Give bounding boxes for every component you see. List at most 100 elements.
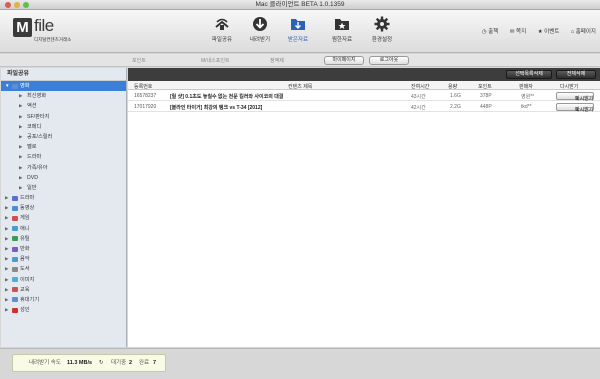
sidebar-item[interactable]: ▶ 도서 [1,264,126,274]
toolbar-settings-button[interactable]: 환경설정 [362,14,402,50]
collapsed-triangle-icon[interactable]: ▶ [5,264,8,274]
redownload-button[interactable]: ⬇ 다시받기 [556,102,594,113]
sidebar-item[interactable]: ▶ 드라마 [1,152,126,162]
sidebar-item-label: 액션 [27,103,37,110]
collapsed-triangle-icon[interactable]: ▶ [19,183,22,193]
sidebar-item-label: 코메디 [27,123,42,130]
collapsed-triangle-icon[interactable]: ▶ [5,275,8,285]
toolbar-settings-label: 환경설정 [371,37,393,43]
collapsed-triangle-icon[interactable]: ▶ [5,193,8,203]
category-icon [12,226,18,232]
zoom-window-button[interactable] [23,2,29,8]
collapsed-triangle-icon[interactable]: ▶ [19,101,22,111]
sidebar-item[interactable]: ▶ 멜로 [1,142,126,152]
sidebar-item[interactable]: ▶ 성인 [1,305,126,315]
table-body: 16578237 [릴 샷] 0.1초도 놓칠수 없는 천문 킬러와 사이코의 대… [128,90,600,113]
window-title: Mac 클라이언트 BETA 1.0.1359 [255,1,345,8]
attendance-link[interactable]: ◷ 출첵 [482,29,498,35]
sidebar-item[interactable]: ▶ 일반 [1,183,126,193]
content-title[interactable]: [블라인 타이거] 최강의 탱크 vs T-34 [2012] [170,104,262,111]
sidebar-item-label: 도서 [20,266,30,273]
speed-value: 11.3 MB/s [67,360,93,366]
status-bar: 내려받기 속도 11.3 MB/s ↻ 대기중 2 완료 7 [0,348,600,379]
collapsed-triangle-icon[interactable]: ▶ [5,203,8,213]
sidebar-item[interactable]: ▶ DVD [1,173,126,183]
category-icon [12,266,18,272]
table-row[interactable]: 17017920 [블라인 타이거] 최강의 탱크 vs T-34 [2012] 4… [128,101,600,113]
collapsed-triangle-icon[interactable]: ▶ [19,152,22,162]
toolbar-received-button[interactable]: 받은자료 [278,14,318,50]
column-header[interactable]: 다시받기 [560,83,578,90]
sidebar-item-label: SF/판타지 [27,113,50,120]
collapsed-triangle-icon[interactable]: ▶ [5,213,8,223]
minimize-window-button[interactable] [14,2,20,8]
sidebar-item[interactable]: ▶ 드라마 [1,193,126,203]
file-size: 1.6G [450,93,461,99]
points-value: 378P [480,93,492,99]
category-icon [12,215,18,221]
category-icon [12,205,18,211]
column-header[interactable]: 등록번호 [134,83,152,90]
sidebar-item[interactable]: ▶ SF/판타지 [1,112,126,122]
column-header[interactable]: 잔여시간 [411,83,429,90]
sidebar-item-label: 애니 [20,225,30,232]
sidebar-item[interactable]: ▶ 공포/스릴러 [1,132,126,142]
share-icon [214,16,230,32]
collapsed-triangle-icon[interactable]: ▶ [5,234,8,244]
sidebar-item[interactable]: ▶ 만화 [1,244,126,254]
seller-name: tkd** [521,104,532,110]
gear-icon [374,16,390,32]
mypage-button[interactable]: 마이페이지 [324,56,364,65]
sidebar-item[interactable]: ▶ 교육 [1,285,126,295]
toolbar-download-button[interactable]: 내려받기 [240,14,280,50]
sidebar-item[interactable]: ▶ 최신영화 [1,91,126,101]
sidebar-item[interactable]: ▶ 액션 [1,101,126,111]
collapsed-triangle-icon[interactable]: ▶ [5,224,8,234]
sidebar-item[interactable]: ▶ 애니 [1,224,126,234]
toolbar-saved-button[interactable]: 찜한자료 [322,14,362,50]
column-header[interactable]: 포인트 [478,83,492,90]
content-title[interactable]: [릴 샷] 0.1초도 놓칠수 없는 천문 킬러와 사이코의 대결 [170,93,283,100]
collapsed-triangle-icon[interactable]: ▶ [19,132,22,142]
sidebar-item[interactable]: ▶ 게임 [1,213,126,223]
remaining-time: 42시간 [411,105,426,111]
sidebar-item[interactable]: ▶ 휴대기기 [1,295,126,305]
message-link[interactable]: ✉ 쪽지 [510,29,526,35]
sidebar-item[interactable]: ▼ 영화 [1,81,126,92]
column-header[interactable]: 컨텐츠 제목 [288,83,312,90]
sidebar-item[interactable]: ▶ 이미지 [1,275,126,285]
sidebar-item[interactable]: ▶ 동영상 [1,203,126,213]
column-header[interactable]: 용량 [448,83,457,90]
sidebar-item[interactable]: ▶ 유틸 [1,234,126,244]
sidebar-item[interactable]: ▶ 가족/유아 [1,163,126,173]
collapsed-triangle-icon[interactable]: ▶ [19,163,22,173]
event-link[interactable]: ★ 이벤트 [538,29,560,35]
registration-number: 16578237 [134,93,157,99]
seller-name: 영원** [521,94,535,100]
collapsed-triangle-icon[interactable]: ▶ [5,244,8,254]
collapsed-triangle-icon[interactable]: ▶ [19,91,22,101]
delete-all-button[interactable]: 전체삭제 [556,70,596,79]
collapsed-triangle-icon[interactable]: ▶ [19,112,22,122]
sidebar-item[interactable]: ▶ 코메디 [1,122,126,132]
transfer-status: 내려받기 속도 11.3 MB/s ↻ 대기중 2 완료 7 [12,354,166,372]
column-header[interactable]: 판매자 [519,83,533,90]
collapsed-triangle-icon[interactable]: ▶ [19,122,22,132]
collapsed-triangle-icon[interactable]: ▶ [5,295,8,305]
collapsed-triangle-icon[interactable]: ▶ [19,173,22,183]
header-links: ◷ 출첵 ✉ 쪽지 ★ 이벤트 ⌂ 홈페이지 [472,27,596,35]
homepage-link[interactable]: ⌂ 홈페이지 [571,29,596,35]
close-window-button[interactable] [5,2,11,8]
logout-button[interactable]: 로그아웃 [369,56,409,65]
sidebar-item[interactable]: ▶ 음악 [1,254,126,264]
delete-selected-button[interactable]: 선택목록삭제 [506,70,552,79]
collapsed-triangle-icon[interactable]: ▶ [19,142,22,152]
collapsed-triangle-icon[interactable]: ▶ [5,254,8,264]
collapsed-triangle-icon[interactable]: ▶ [5,305,8,315]
collapsed-triangle-icon[interactable]: ▶ [5,285,8,295]
table-row[interactable]: 16578237 [릴 샷] 0.1초도 놓칠수 없는 천문 킬러와 사이코의 대… [128,90,600,102]
toolbar-share-button[interactable]: 파일공유 [202,14,242,50]
expanded-triangle-icon[interactable]: ▼ [5,81,9,91]
redownload-button[interactable]: ⬇ 다시받기 [556,91,594,102]
refresh-icon[interactable]: ↻ [99,355,104,371]
